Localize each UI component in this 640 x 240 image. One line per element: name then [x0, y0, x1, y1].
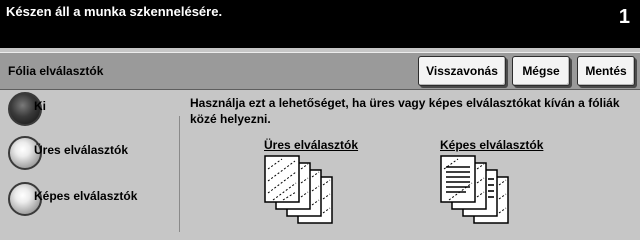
option-off[interactable]: Ki: [8, 92, 178, 132]
image-separators-heading: Képes elválasztók: [440, 138, 544, 152]
status-bar: Készen áll a munka szkennelésére. 1: [0, 0, 640, 48]
separator-options: Ki Üres elválasztók Képes elválasztók: [0, 90, 178, 240]
image-separator-stack-icon: [440, 155, 509, 224]
cancel-button[interactable]: Mégse: [512, 56, 570, 86]
page-count: 1: [618, 6, 630, 28]
blank-separator-stack-icon: [264, 155, 333, 224]
undo-button[interactable]: Visszavonás: [418, 56, 506, 86]
description-text: Használja ezt a lehetőséget, ha üres vag…: [190, 96, 620, 126]
title-bar: Fólia elválasztók Visszavonás Mégse Ment…: [0, 52, 640, 90]
option-blank-separators[interactable]: Üres elválasztók: [8, 136, 178, 176]
option-image-separators-label: Képes elválasztók: [34, 189, 138, 203]
option-off-label: Ki: [34, 99, 46, 113]
blank-separators-heading: Üres elválasztók: [264, 138, 359, 152]
save-button[interactable]: Mentés: [577, 56, 635, 86]
option-image-separators[interactable]: Képes elválasztók: [8, 182, 178, 222]
status-message: Készen áll a munka szkennelésére.: [6, 4, 223, 19]
page-title: Fólia elválasztók: [8, 64, 104, 78]
option-blank-separators-label: Üres elválasztók: [34, 143, 129, 157]
divider: [179, 116, 180, 232]
